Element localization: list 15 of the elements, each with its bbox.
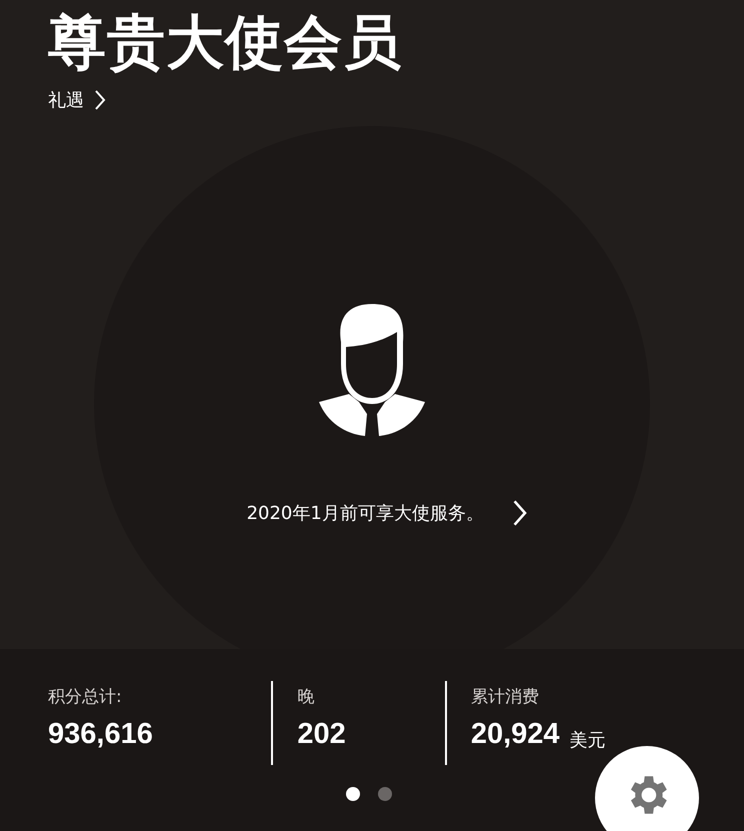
stat-value: 936,616	[48, 718, 153, 751]
page-dot[interactable]	[346, 787, 360, 801]
stat-value: 20,924	[470, 718, 560, 751]
stat-unit: 美元	[570, 729, 606, 752]
stat-label: 晚	[297, 686, 316, 708]
stat-label: 累计消费	[470, 686, 540, 708]
service-link[interactable]: 2020年1月前可享大使服务。	[216, 500, 528, 526]
stat-label: 积分总计:	[48, 686, 123, 708]
page-dot[interactable]	[378, 787, 392, 801]
page-title: 尊贵大使会员	[48, 7, 402, 78]
stat-value: 202	[297, 718, 346, 751]
chevron-icon	[512, 500, 528, 526]
benefits-link[interactable]: 礼遇	[48, 88, 106, 112]
chevron-icon	[94, 90, 106, 110]
avatar-icon	[319, 302, 425, 436]
